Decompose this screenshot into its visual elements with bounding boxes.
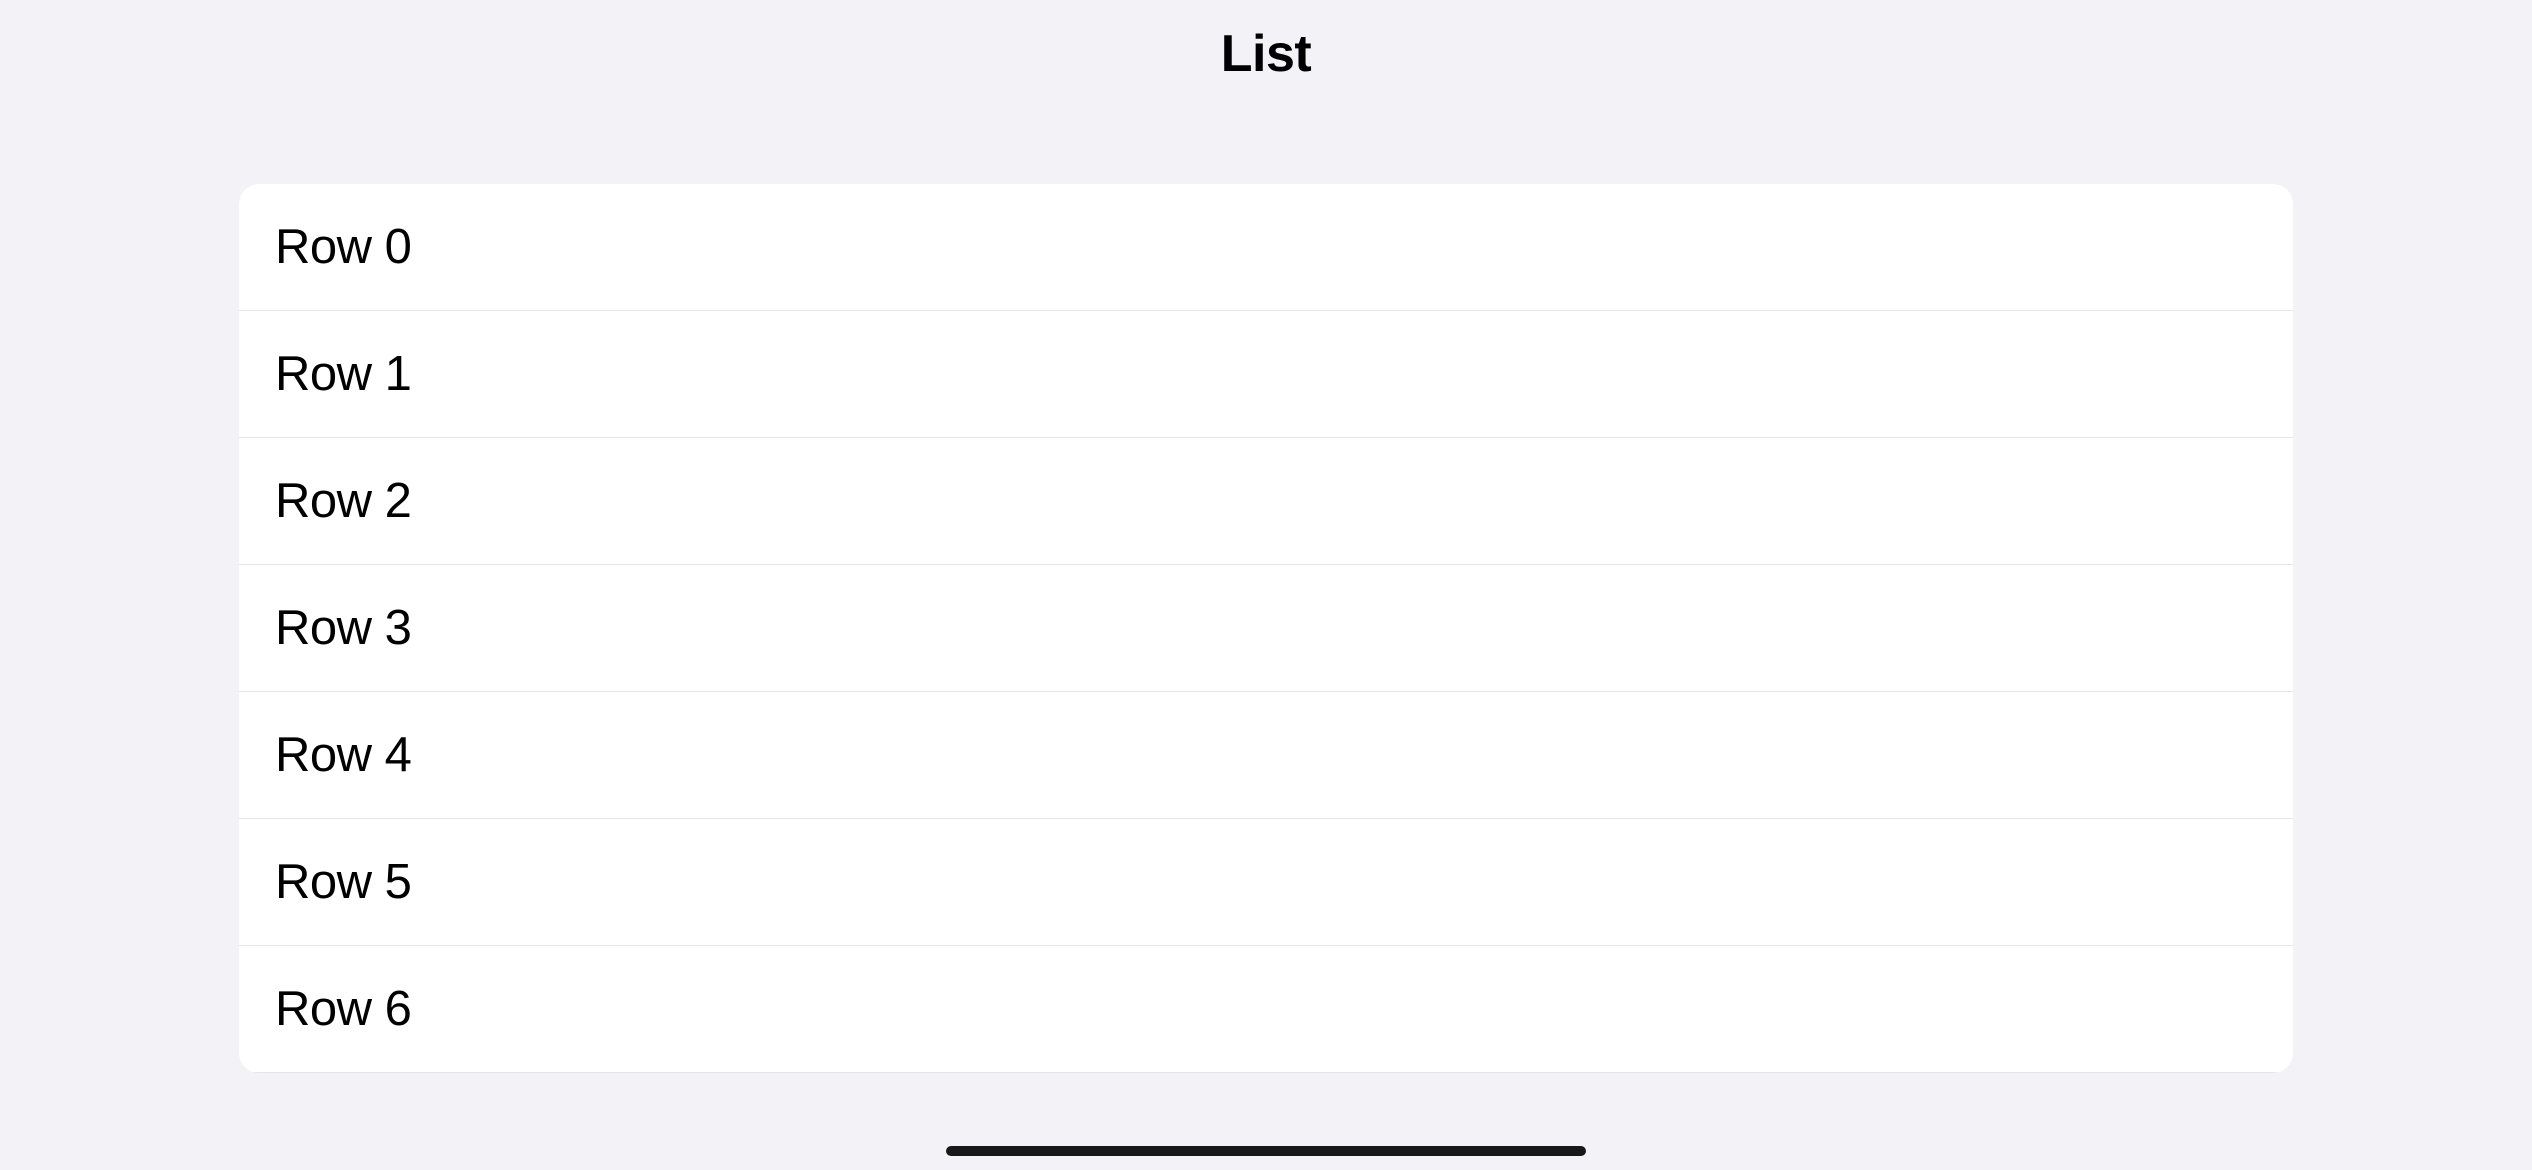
list-item[interactable]: Row 6 [239, 946, 2293, 1073]
list-item[interactable]: Row 0 [239, 184, 2293, 311]
list-item-label: Row 5 [275, 854, 411, 910]
list-item[interactable]: Row 4 [239, 692, 2293, 819]
list-item-label: Row 1 [275, 346, 411, 402]
list-item[interactable]: Row 3 [239, 565, 2293, 692]
list-item[interactable]: Row 1 [239, 311, 2293, 438]
list-item-label: Row 3 [275, 600, 411, 656]
list-item-label: Row 6 [275, 981, 411, 1037]
home-indicator[interactable] [946, 1146, 1586, 1156]
list-item[interactable]: Row 5 [239, 819, 2293, 946]
page-title: List [0, 24, 2532, 84]
list-item-label: Row 2 [275, 473, 411, 529]
list-item[interactable]: Row 2 [239, 438, 2293, 565]
list-item-label: Row 4 [275, 727, 411, 783]
navigation-bar: List [0, 0, 2532, 124]
list-view[interactable]: Row 0 Row 1 Row 2 Row 3 Row 4 Row 5 Row … [239, 184, 2293, 1073]
list-item-label: Row 0 [275, 219, 411, 275]
